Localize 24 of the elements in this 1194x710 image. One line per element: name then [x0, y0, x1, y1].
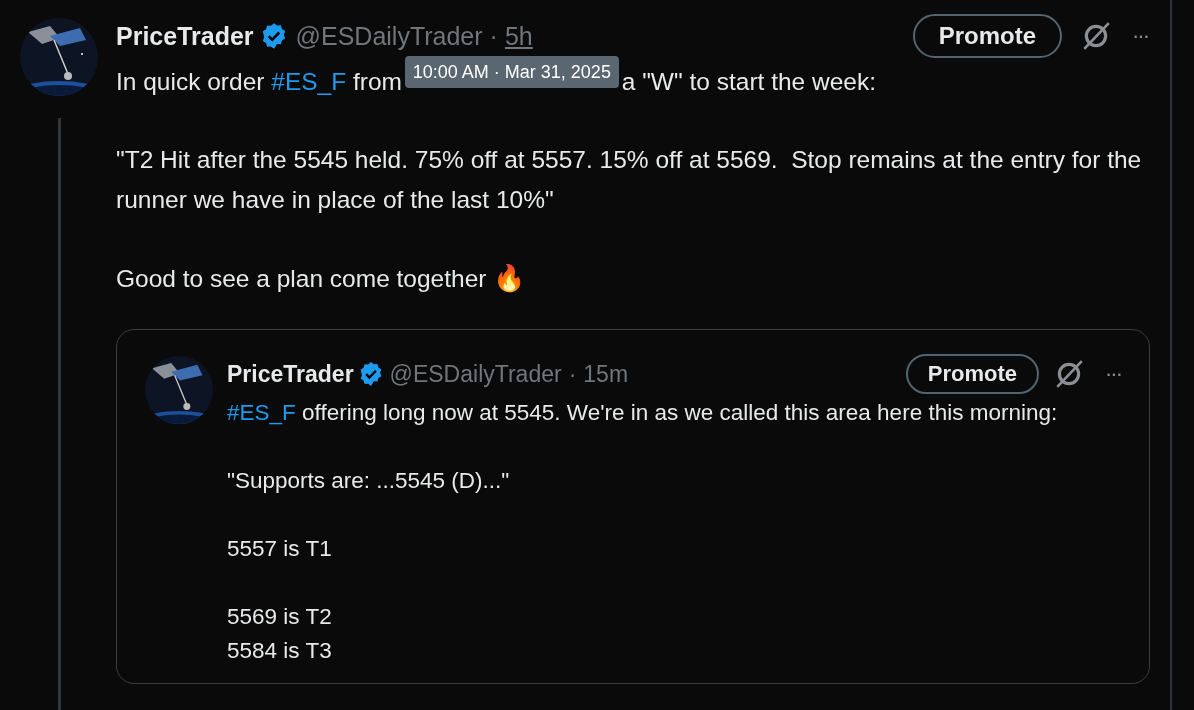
post-time-link[interactable]: 5h — [504, 21, 533, 51]
fire-emoji: 🔥 — [493, 263, 526, 293]
promote-button[interactable]: Promote — [905, 354, 1039, 394]
post-time-link[interactable]: 15m — [583, 360, 629, 388]
separator: · — [489, 21, 498, 51]
post-text: Good to see a plan come together 🔥 — [116, 262, 527, 295]
promote-button[interactable]: Promote — [912, 14, 1062, 58]
post-text: #ES_F offering long now at 5545. We're in as we called this area here this morning: — [227, 399, 1059, 427]
post-text: 5557 is T1 — [227, 535, 333, 563]
post-text: 5584 is T3 — [227, 637, 333, 665]
post-text: "T2 Hit after the 5545 held. 75% off at 5557. 15% off at 5569. Stop remains at the entry for the runner we have in place of the last 10%" — [116, 145, 1143, 215]
quoted-post-card[interactable]: PriceTrader @ESDailyTrader · 15m Promote ··· #ES_F offering long now at 5545. We're in as we called this area here this morning: "Supports are: ...5545 (D)..." 5557 is T1 5569 is T2 5584 is T3 — [116, 329, 1150, 684]
more-options-button[interactable]: ··· — [1132, 23, 1148, 49]
author-handle[interactable]: @ESDailyTrader — [389, 360, 562, 388]
separator: · — [568, 360, 577, 388]
author-handle[interactable]: @ESDailyTrader — [295, 21, 483, 51]
author-name[interactable]: PriceTrader — [116, 21, 254, 51]
post-text: 5569 is T2 — [227, 603, 333, 631]
post-text: "Supports are: ...5545 (D)..." — [227, 467, 511, 495]
hashtag-link[interactable]: #ES_F — [271, 68, 347, 95]
hashtag-link[interactable]: #ES_F — [227, 400, 296, 425]
author-name[interactable]: PriceTrader — [227, 360, 354, 388]
more-options-button[interactable]: ··· — [1105, 361, 1121, 387]
timestamp-tooltip: 10:00 AM · Mar 31, 2025 — [404, 56, 619, 88]
